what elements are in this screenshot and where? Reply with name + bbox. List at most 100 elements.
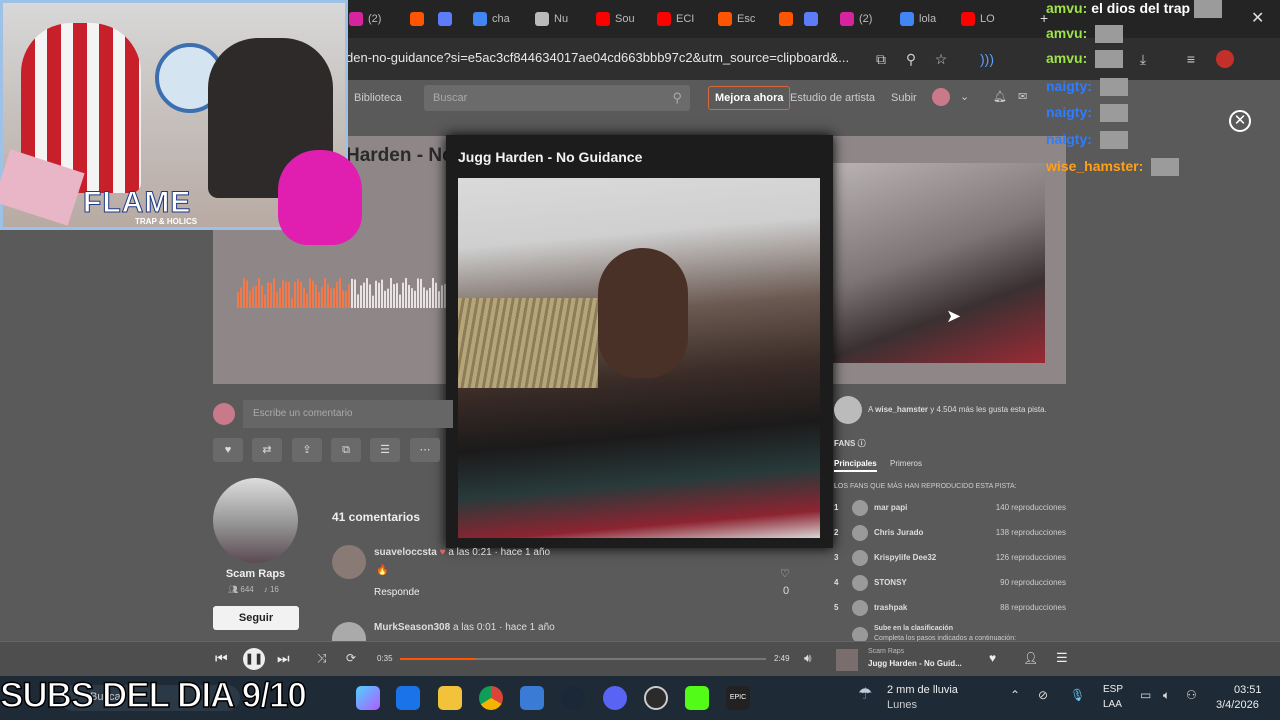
artist-avatar[interactable] [213, 478, 298, 563]
kick-icon[interactable] [685, 686, 709, 710]
url-text[interactable]: den-no-guidance?si=e5ac3cf844634017ae04c… [346, 50, 866, 65]
player-track[interactable]: Jugg Harden - No Guid... [868, 659, 962, 668]
store-icon[interactable] [520, 686, 544, 710]
commenter-avatar[interactable] [332, 545, 366, 579]
next-icon[interactable]: ⏭ [277, 650, 290, 667]
fans-header-label: FANS [834, 439, 856, 448]
weather-text[interactable]: 2 mm de lluvia [887, 684, 958, 696]
waveform[interactable] [237, 278, 447, 318]
player-like-icon[interactable]: ♥ [989, 651, 996, 665]
obs-icon[interactable] [644, 686, 668, 710]
share-icon[interactable]: ⇪ [292, 438, 322, 462]
comment-username-2[interactable]: MurkSeason308 [374, 622, 450, 633]
copilot-icon[interactable] [356, 686, 380, 710]
user-avatar[interactable] [932, 88, 950, 106]
add-to-playlist-icon[interactable]: ☰ [370, 438, 400, 462]
shuffle-icon[interactable]: ⤨ [317, 651, 327, 666]
language-layout: LAA [1103, 699, 1122, 710]
fan-name[interactable]: trashpak [874, 603, 907, 612]
repost-icon[interactable]: ⇄ [252, 438, 282, 462]
nav-library[interactable]: Biblioteca [354, 92, 402, 104]
speaker-icon[interactable]: 🔈︎ [1163, 688, 1170, 703]
file-explorer-icon[interactable] [438, 686, 462, 710]
browser-tab[interactable]: lola [900, 9, 952, 29]
tab-principales[interactable]: Principales [834, 459, 877, 472]
outlook-icon[interactable] [396, 686, 420, 710]
browser-tab[interactable]: Sou [596, 9, 648, 29]
follow-button[interactable]: Seguir [213, 606, 299, 630]
zoom-icon[interactable]: ⚲ [902, 50, 920, 68]
browser-tab[interactable]: LO [961, 9, 1013, 29]
steam-icon[interactable] [561, 686, 585, 710]
notifications-bell-icon[interactable]: 🔔︎ [993, 90, 1007, 103]
more-options-icon[interactable]: ⋯ [410, 438, 440, 462]
nav-artist-studio[interactable]: Estudio de artista [790, 92, 875, 104]
browser-tab[interactable]: Nu [535, 9, 587, 29]
search-input[interactable]: Buscar ⚲ [424, 85, 690, 111]
comment-input[interactable]: Escribe un comentario [243, 400, 453, 428]
waveform-bar [291, 298, 293, 308]
comment-timestamp-2[interactable]: 0:01 [477, 622, 496, 633]
tab-primeros[interactable]: Primeros [890, 459, 922, 468]
install-app-icon[interactable]: ⧉ [872, 50, 890, 68]
comment-username[interactable]: suaveloccsta [374, 547, 437, 558]
chat-message: amvu: [1046, 25, 1124, 44]
player-artist[interactable]: Scam Raps [868, 648, 904, 655]
chat-username: naigty: [1046, 78, 1092, 94]
weather-day: Lunes [887, 699, 917, 711]
queue-icon[interactable]: ☰ [1056, 650, 1068, 666]
fan-name[interactable]: mar papi [874, 503, 907, 512]
liker-avatar[interactable] [834, 396, 862, 424]
like-icon[interactable]: ♥ [213, 438, 243, 462]
artist-photo [598, 248, 688, 378]
artist-name[interactable]: Scam Raps [213, 568, 298, 580]
fan-rank: 2 [834, 528, 839, 537]
repeat-icon[interactable]: ⟳ [346, 651, 356, 665]
pause-button[interactable]: ❚❚ [243, 648, 265, 670]
browser-tab[interactable]: ECI [657, 9, 709, 29]
tray-expand-icon[interactable]: ⌃ [1010, 688, 1020, 702]
chat-emote [1194, 0, 1223, 19]
comment-timestamp[interactable]: 0:21 [472, 547, 491, 558]
bookmark-star-icon[interactable]: ☆ [932, 50, 950, 68]
progress-track[interactable] [400, 658, 766, 660]
previous-icon[interactable]: ⏮ [215, 650, 228, 667]
browser-tab[interactable]: Esc [718, 9, 770, 29]
fan-row[interactable]: 4 STONSY 90 reproducciones [834, 573, 1066, 595]
volume-icon[interactable]: 🔊︎ [804, 651, 812, 666]
browser-tab[interactable]: (2) [349, 9, 401, 29]
language-code[interactable]: ESP [1103, 684, 1123, 695]
fan-row[interactable]: 3 Krispylife Dee32 126 reproducciones [834, 548, 1066, 570]
follow-artist-icon[interactable]: 👤︎ [1023, 651, 1038, 665]
chrome-icon[interactable] [479, 686, 503, 710]
info-icon[interactable]: ⓘ [858, 439, 866, 448]
copy-link-icon[interactable]: ⧉ [331, 438, 361, 462]
fan-row[interactable]: 2 Chris Jurado 138 reproducciones [834, 523, 1066, 545]
fan-row[interactable]: 5 trashpak 88 reproducciones [834, 598, 1066, 620]
liker-name[interactable]: wise_hamster [875, 405, 928, 414]
fan-name[interactable]: Krispylife Dee32 [874, 553, 936, 562]
reply-link[interactable]: Responde [374, 587, 420, 598]
fan-name[interactable]: STONSY [874, 578, 907, 587]
network-icon[interactable]: ▭ [1140, 688, 1151, 702]
tray-hidden-icon[interactable]: ⊘ [1038, 688, 1048, 702]
microphone-icon[interactable]: 🎙︎ [1070, 688, 1085, 702]
clock-time[interactable]: 03:51 [1234, 684, 1262, 696]
comment-like-icon[interactable]: ♡ [780, 567, 790, 580]
battery-icon[interactable]: ⚇ [1186, 688, 1197, 702]
fan-name[interactable]: Chris Jurado [874, 528, 923, 537]
mini-artwork[interactable] [836, 649, 858, 671]
wifi-extension-icon[interactable]: ))) [978, 50, 996, 68]
chevron-down-icon[interactable]: ⌄ [960, 90, 969, 103]
upgrade-button[interactable]: Mejora ahora [708, 86, 791, 110]
browser-tab[interactable]: cha [473, 9, 525, 29]
discord-icon[interactable] [603, 686, 627, 710]
nav-upload[interactable]: Subir [891, 92, 917, 104]
waveform-bar [327, 284, 329, 308]
search-icon[interactable]: ⚲ [672, 90, 682, 106]
waveform-bar [414, 290, 416, 308]
fan-rank: 5 [834, 603, 839, 612]
browser-tab[interactable]: (2) [840, 9, 892, 29]
fan-row[interactable]: 1 mar papi 140 reproducciones [834, 498, 1066, 520]
epic-games-icon[interactable]: EPIC [726, 686, 750, 710]
